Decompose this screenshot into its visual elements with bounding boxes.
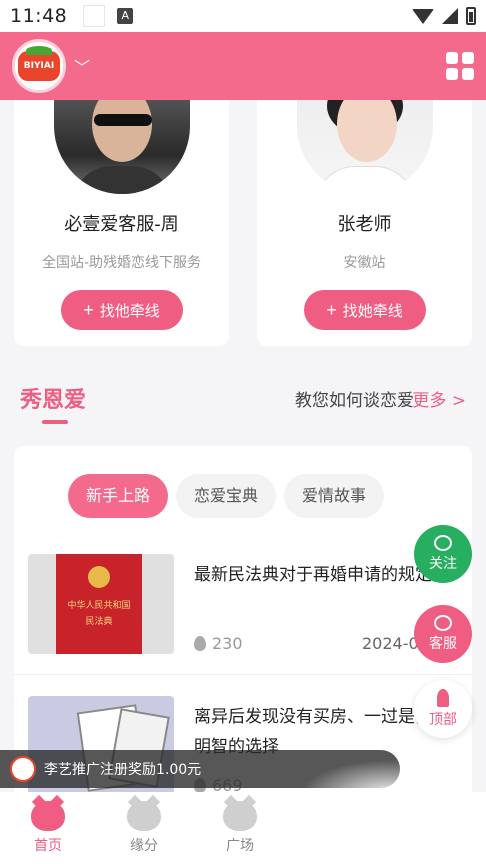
toast-text: 李艺推广注册奖励1.00元 [44, 762, 202, 778]
tab-love-guide[interactable]: 恋爱宝典 [176, 474, 277, 518]
more-link[interactable]: 更多 > [412, 386, 466, 411]
nav-square[interactable]: 广场 [192, 792, 288, 864]
plus-icon: + [83, 299, 94, 320]
counselor-cards: 必壹爱客服-周 全国站-助残婚恋线下服务 + 找他牵线 张老师 安徽站 + 找她… [14, 80, 472, 346]
app-header: BIYIAI ﹀ [0, 32, 486, 100]
nav-fate[interactable]: 缘分 [96, 792, 192, 864]
match-him-button[interactable]: + 找他牵线 [60, 290, 183, 330]
logo-text: BIYIAI [18, 51, 60, 81]
swoosh-overlay [300, 760, 410, 830]
match-button-label: 找他牵线 [99, 302, 160, 320]
match-her-button[interactable]: + 找她牵线 [303, 290, 426, 330]
tab-beginner[interactable]: 新手上路 [68, 474, 169, 518]
follow-label: 关注 [429, 556, 457, 572]
cover-title-line2: 民法典 [85, 617, 113, 627]
cover-title-line1: 中华人民共和国 [67, 601, 131, 611]
customer-service-button[interactable]: 客服 [414, 605, 472, 663]
counselor-avatar [296, 96, 433, 194]
headset-icon [434, 615, 452, 631]
section-subtitle: 教您如何谈恋爱 [295, 391, 414, 411]
square-cat-icon [223, 801, 257, 831]
nav-home-label: 首页 [34, 838, 62, 854]
plus-icon: + [326, 299, 337, 320]
nav-fate-label: 缘分 [130, 838, 158, 854]
article-item[interactable]: 中华人民共和国 民法典 最新民法典对于再婚申请的规定 230 2024-0 [28, 554, 472, 674]
app-logo[interactable]: BIYIAI [12, 39, 66, 93]
follow-button[interactable]: 关注 [414, 525, 472, 583]
match-button-label: 找她牵线 [342, 302, 403, 320]
grid-menu-icon[interactable] [446, 52, 474, 80]
bottom-nav: 首页 缘分 广场 [0, 792, 486, 864]
counselor-desc: 全国站-助残婚恋线下服务 [41, 255, 202, 271]
battery-icon [466, 7, 476, 25]
notification-square-icon [83, 5, 106, 27]
nav-home[interactable]: 首页 [0, 792, 96, 864]
follow-icon [434, 535, 452, 551]
section-header: 秀恩爱 教您如何谈恋爱 更多 > [20, 380, 466, 424]
views-count: 230 [212, 634, 243, 653]
counselor-card[interactable]: 必壹爱客服-周 全国站-助残婚恋线下服务 + 找他牵线 [14, 80, 229, 346]
article-views: 230 [194, 634, 243, 653]
article-tabs: 新手上路 恋爱宝典 爱情故事 [68, 474, 385, 518]
article-title: 最新民法典对于再婚申请的规定 [194, 565, 432, 585]
toast-avatar [10, 756, 36, 782]
counselor-desc: 安徽站 [343, 255, 386, 271]
tab-love-stories[interactable]: 爱情故事 [284, 474, 385, 518]
home-cat-icon [31, 801, 65, 831]
back-to-top-button[interactable]: 顶部 [414, 680, 472, 738]
fate-cat-icon [127, 801, 161, 831]
counselor-name: 张老师 [337, 214, 392, 235]
logo-leaf-icon [26, 46, 52, 55]
counselor-avatar [53, 96, 190, 194]
chevron-down-icon[interactable]: ﹀ [74, 54, 90, 78]
rocket-icon [437, 689, 449, 707]
wifi-icon [412, 8, 434, 24]
counselor-name: 必壹爱客服-周 [64, 214, 179, 235]
status-bar: 11:48 A [0, 0, 486, 32]
nav-square-label: 广场 [226, 838, 254, 854]
service-label: 客服 [429, 636, 457, 652]
flame-icon [194, 636, 206, 651]
article-thumbnail: 中华人民共和国 民法典 [28, 554, 174, 654]
section-underline [42, 420, 68, 424]
status-time: 11:48 [10, 5, 68, 27]
top-label: 顶部 [429, 712, 457, 728]
section-title: 秀恩爱 [20, 388, 87, 413]
a-notification-icon: A [117, 8, 134, 24]
article-date: 2024-0 [362, 634, 419, 653]
counselor-card[interactable]: 张老师 安徽站 + 找她牵线 [257, 80, 472, 346]
divider [14, 674, 472, 675]
signal-icon [442, 8, 458, 24]
